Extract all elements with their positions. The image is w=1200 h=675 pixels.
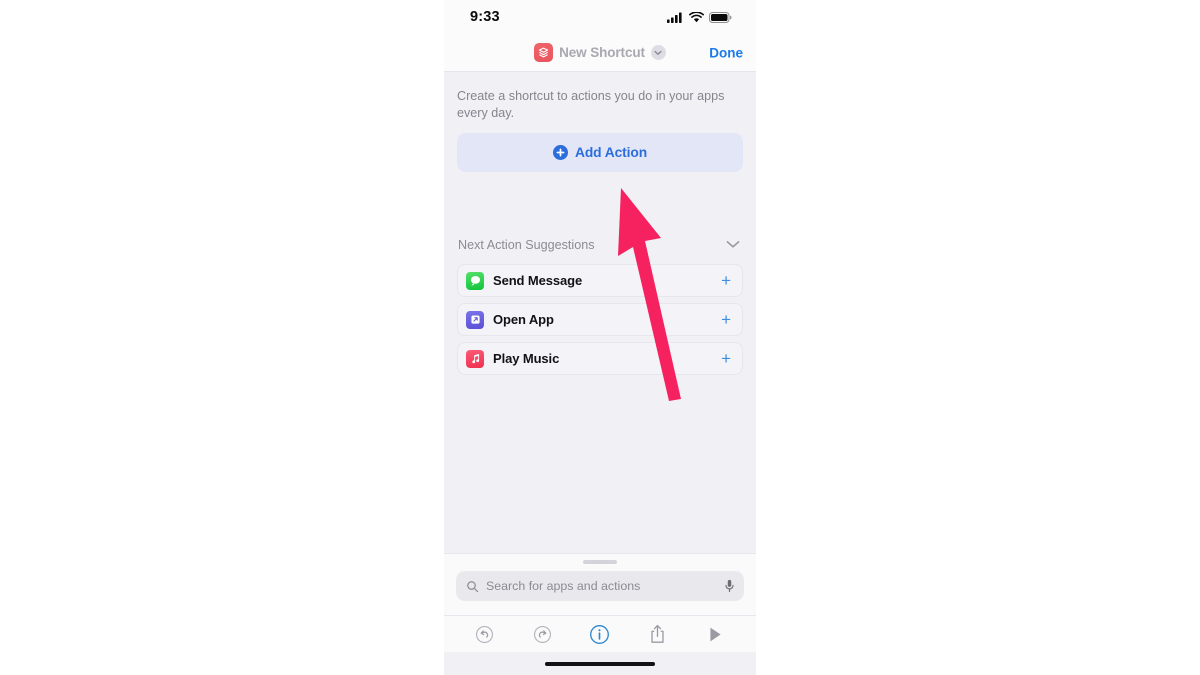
chevron-down-icon[interactable] (650, 45, 666, 60)
info-circle-icon (590, 624, 610, 644)
list-item[interactable]: Open App + (457, 303, 743, 336)
play-icon (710, 627, 721, 641)
plus-icon[interactable]: + (721, 272, 733, 289)
page-title: New Shortcut (559, 45, 645, 60)
status-bar: 9:33 (444, 0, 756, 34)
undo-button[interactable] (465, 621, 505, 647)
list-item[interactable]: Play Music + (457, 342, 743, 375)
screenshot-canvas: 9:33 New Shortcut Done Create a shortcut… (0, 0, 1200, 675)
list-item-label: Open App (493, 312, 554, 327)
open-app-icon (466, 310, 484, 329)
add-action-label: Add Action (574, 145, 648, 160)
suggestions-list: Send Message + Open App + Play Music + (457, 264, 743, 375)
list-item-label: Play Music (493, 351, 560, 366)
navigation-bar: New Shortcut Done (444, 34, 756, 72)
search-input[interactable]: Search for apps and actions (456, 571, 744, 601)
status-bar-time: 9:33 (470, 9, 500, 25)
plus-icon[interactable]: + (721, 350, 733, 367)
intro-description: Create a shortcut to actions you do in y… (457, 89, 725, 120)
search-placeholder: Search for apps and actions (486, 579, 641, 593)
suggestions-header: Next Action Suggestions (457, 234, 743, 256)
shortcut-title-group[interactable]: New Shortcut (534, 43, 666, 62)
redo-icon (533, 625, 551, 643)
sheet-grabber-handle[interactable] (583, 560, 617, 564)
suggestions-title: Next Action Suggestions (458, 238, 595, 252)
share-button[interactable] (638, 621, 678, 647)
messages-app-icon (466, 271, 484, 290)
editor-toolbar (444, 615, 756, 652)
editor-body: Create a shortcut to actions you do in y… (444, 72, 756, 551)
microphone-icon[interactable] (724, 579, 735, 593)
list-item[interactable]: Send Message + (457, 264, 743, 297)
shortcuts-app-icon (534, 43, 554, 62)
battery-icon (709, 11, 732, 23)
play-button[interactable] (695, 621, 735, 647)
done-button[interactable]: Done (709, 45, 743, 60)
music-app-icon (466, 349, 484, 368)
undo-icon (476, 625, 494, 643)
add-action-button[interactable]: Add Action (457, 133, 743, 172)
info-button[interactable] (580, 621, 620, 647)
cellular-signal-icon (667, 12, 682, 23)
list-item-label: Send Message (493, 273, 583, 288)
home-indicator (545, 662, 655, 666)
plus-icon[interactable]: + (721, 311, 733, 328)
status-bar-indicators (667, 11, 732, 23)
phone-screen: 9:33 New Shortcut Done Create a shortcut… (444, 0, 756, 675)
plus-circle-icon (552, 145, 568, 160)
redo-button[interactable] (522, 621, 562, 647)
wifi-icon (689, 11, 704, 22)
search-icon (467, 580, 479, 592)
share-icon (651, 624, 664, 643)
suggestions-collapse-icon[interactable] (726, 236, 740, 254)
search-sheet: Search for apps and actions (444, 553, 756, 615)
